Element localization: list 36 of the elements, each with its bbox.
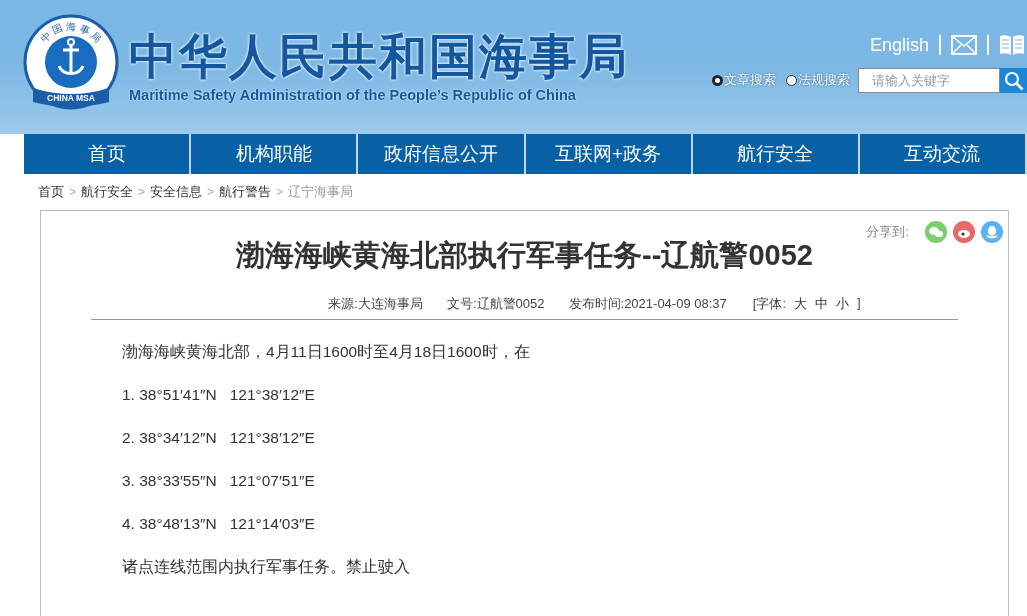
- bracket-text: ]: [857, 295, 861, 312]
- article-paragraph: 3. 38°33′55″N 121°07′51″E: [122, 471, 316, 491]
- article-meta: 发布时间:2021-04-09 08:37: [568, 295, 727, 313]
- site-subtitle: Maritime Safety Administration of the People’s Republic of China: [129, 87, 577, 103]
- search-field[interactable]: 请输入关键字: [858, 68, 1000, 93]
- article-paragraph: 1. 38°51′41″N 121°38′12″E: [122, 385, 316, 405]
- breadcrumb-link[interactable]: 首页: [38, 183, 64, 201]
- article-paragraph: 渤海海峡黄海北部，4月11日1600时至4月18日1600时，在: [122, 342, 531, 362]
- share-eye-icon[interactable]: [953, 221, 975, 243]
- breadcrumb-link[interactable]: 安全信息: [150, 183, 203, 201]
- breadcrumb-separator: >: [276, 185, 284, 199]
- radio-button[interactable]: [712, 75, 723, 86]
- breadcrumb-separator: >: [138, 185, 146, 199]
- breadcrumb-separator: >: [69, 185, 76, 199]
- article-paragraph: 诸点连线范围内执行军事任务。禁止驶入: [122, 557, 411, 577]
- share-chat-icon[interactable]: [925, 221, 947, 243]
- search-button[interactable]: [1000, 68, 1027, 93]
- radio-button[interactable]: [786, 75, 797, 86]
- book-icon[interactable]: [999, 34, 1025, 56]
- font-size-option[interactable]: 中: [815, 295, 828, 313]
- font-size-option[interactable]: 大: [794, 295, 807, 313]
- article-paragraph: 4. 38°48′13″N 121°14′03″E: [122, 514, 316, 534]
- site-title: 中华人民共和国海事局: [129, 29, 629, 85]
- share-penguin-icon[interactable]: [981, 221, 1003, 243]
- breadcrumb-separator: >: [207, 185, 215, 199]
- article-meta: 文号:辽航警0052: [446, 295, 545, 313]
- font-size-option[interactable]: 小: [836, 295, 849, 313]
- share-label: 分享到:: [866, 223, 909, 241]
- mail-icon[interactable]: [951, 35, 977, 55]
- article-paragraph: 2. 38°34′12″N 121°38′12″E: [122, 428, 316, 448]
- font-size-label: [字体:: [752, 295, 786, 313]
- breadcrumb-link[interactable]: 航行安全: [81, 183, 133, 201]
- article-meta: 来源:大连海事局: [328, 295, 423, 313]
- breadcrumb-link[interactable]: 航行警告: [219, 183, 272, 201]
- logo-emblem: 中 国 海 事 局 CHINA MSA: [23, 14, 119, 110]
- article-title: 渤海海峡黄海北部执行军事任务--辽航警0052: [235, 238, 814, 273]
